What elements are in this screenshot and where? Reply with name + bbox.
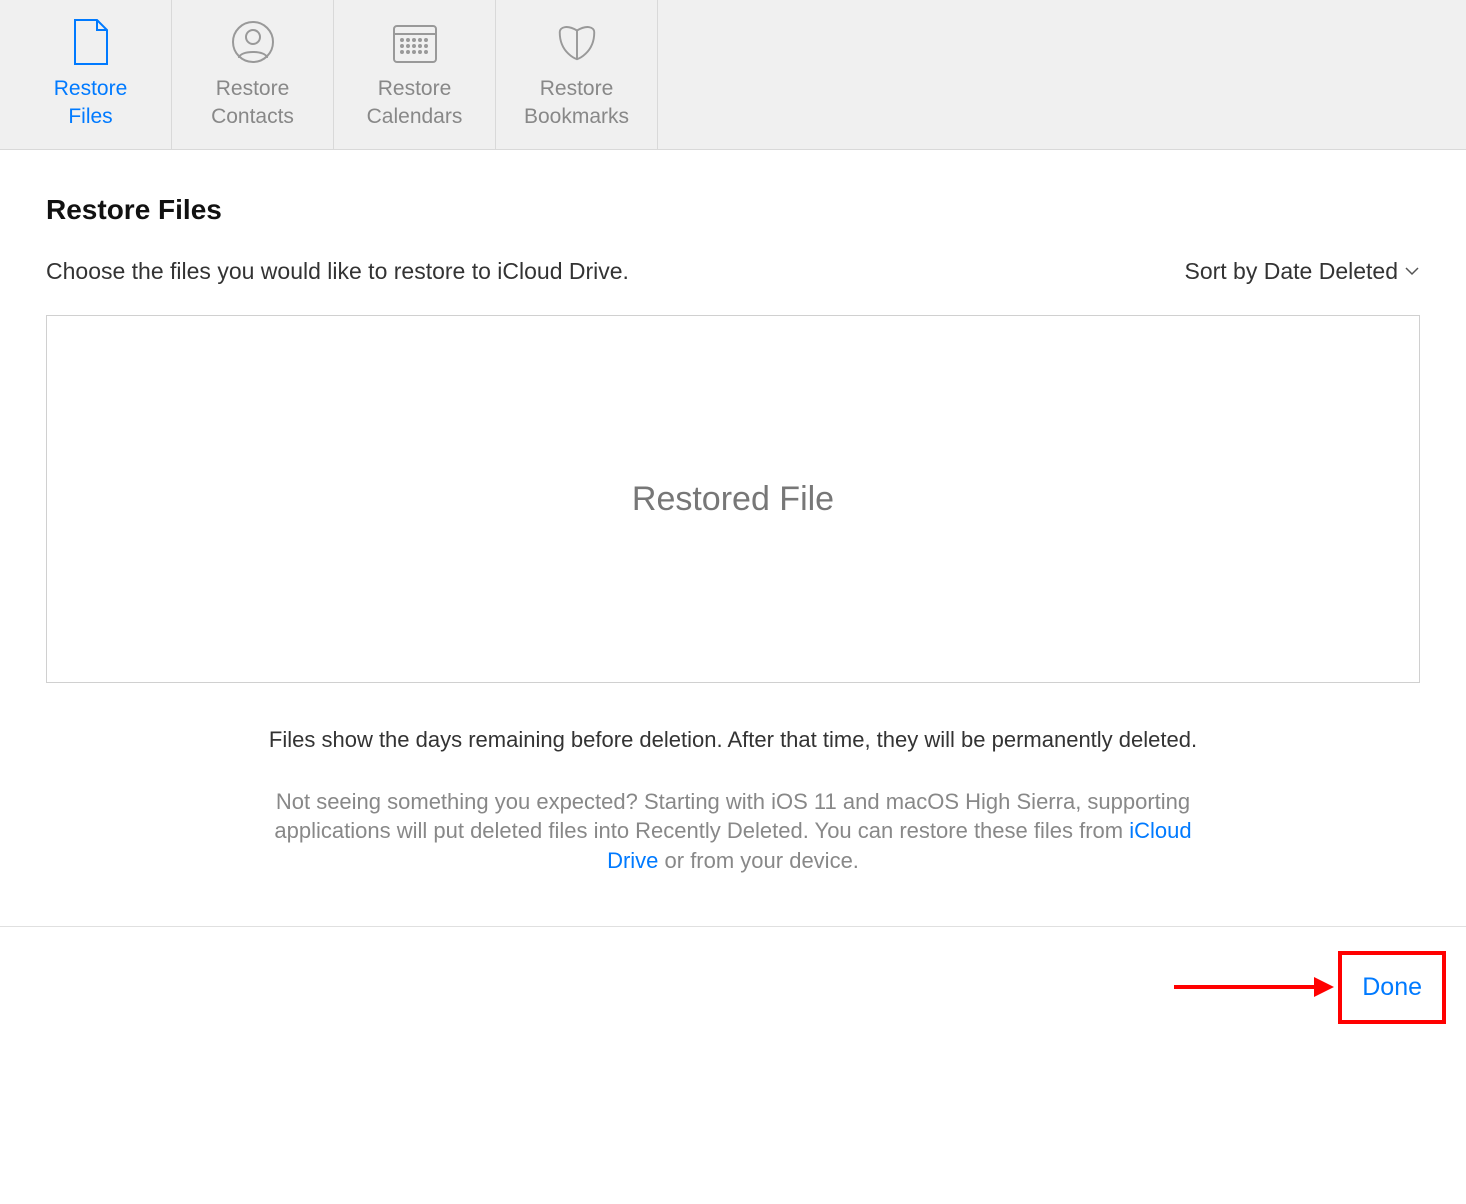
help-text-after: or from your device. bbox=[658, 848, 859, 873]
tab-restore-calendars[interactable]: Restore Calendars bbox=[334, 0, 496, 149]
content-area: Restore Files Choose the files you would… bbox=[0, 150, 1466, 876]
instruction-text: Choose the files you would like to resto… bbox=[46, 258, 629, 285]
done-button-highlight: Done bbox=[1338, 951, 1446, 1024]
tab-restore-files[interactable]: Restore Files bbox=[10, 0, 172, 149]
sort-label: Sort by Date Deleted bbox=[1184, 258, 1398, 285]
help-text: Not seeing something you expected? Start… bbox=[263, 787, 1203, 876]
tab-label: Restore Bookmarks bbox=[524, 75, 629, 130]
tab-label: Restore Files bbox=[54, 75, 128, 130]
sort-control[interactable]: Sort by Date Deleted bbox=[1184, 258, 1420, 285]
footer: Done bbox=[0, 927, 1466, 1048]
tab-restore-bookmarks[interactable]: Restore Bookmarks bbox=[496, 0, 658, 149]
bookmark-icon bbox=[554, 19, 600, 65]
calendar-icon bbox=[392, 19, 438, 65]
page-title: Restore Files bbox=[46, 194, 1420, 226]
tab-label: Restore Contacts bbox=[211, 75, 294, 130]
help-text-before: Not seeing something you expected? Start… bbox=[274, 789, 1190, 844]
done-button[interactable]: Done bbox=[1362, 973, 1422, 1002]
info-text: Files show the days remaining before del… bbox=[233, 725, 1233, 755]
tabs-bar: Restore Files Restore Contacts Restore C… bbox=[0, 0, 1466, 150]
tab-label: Restore Calendars bbox=[367, 75, 463, 130]
file-list-box: Restored File bbox=[46, 315, 1420, 683]
contact-icon bbox=[230, 19, 276, 65]
chevron-down-icon bbox=[1404, 263, 1420, 280]
subheader-row: Choose the files you would like to resto… bbox=[46, 258, 1420, 285]
tab-restore-contacts[interactable]: Restore Contacts bbox=[172, 0, 334, 149]
arrow-annotation bbox=[1174, 977, 1334, 997]
restored-file-text: Restored File bbox=[632, 480, 834, 519]
file-icon bbox=[68, 19, 114, 65]
